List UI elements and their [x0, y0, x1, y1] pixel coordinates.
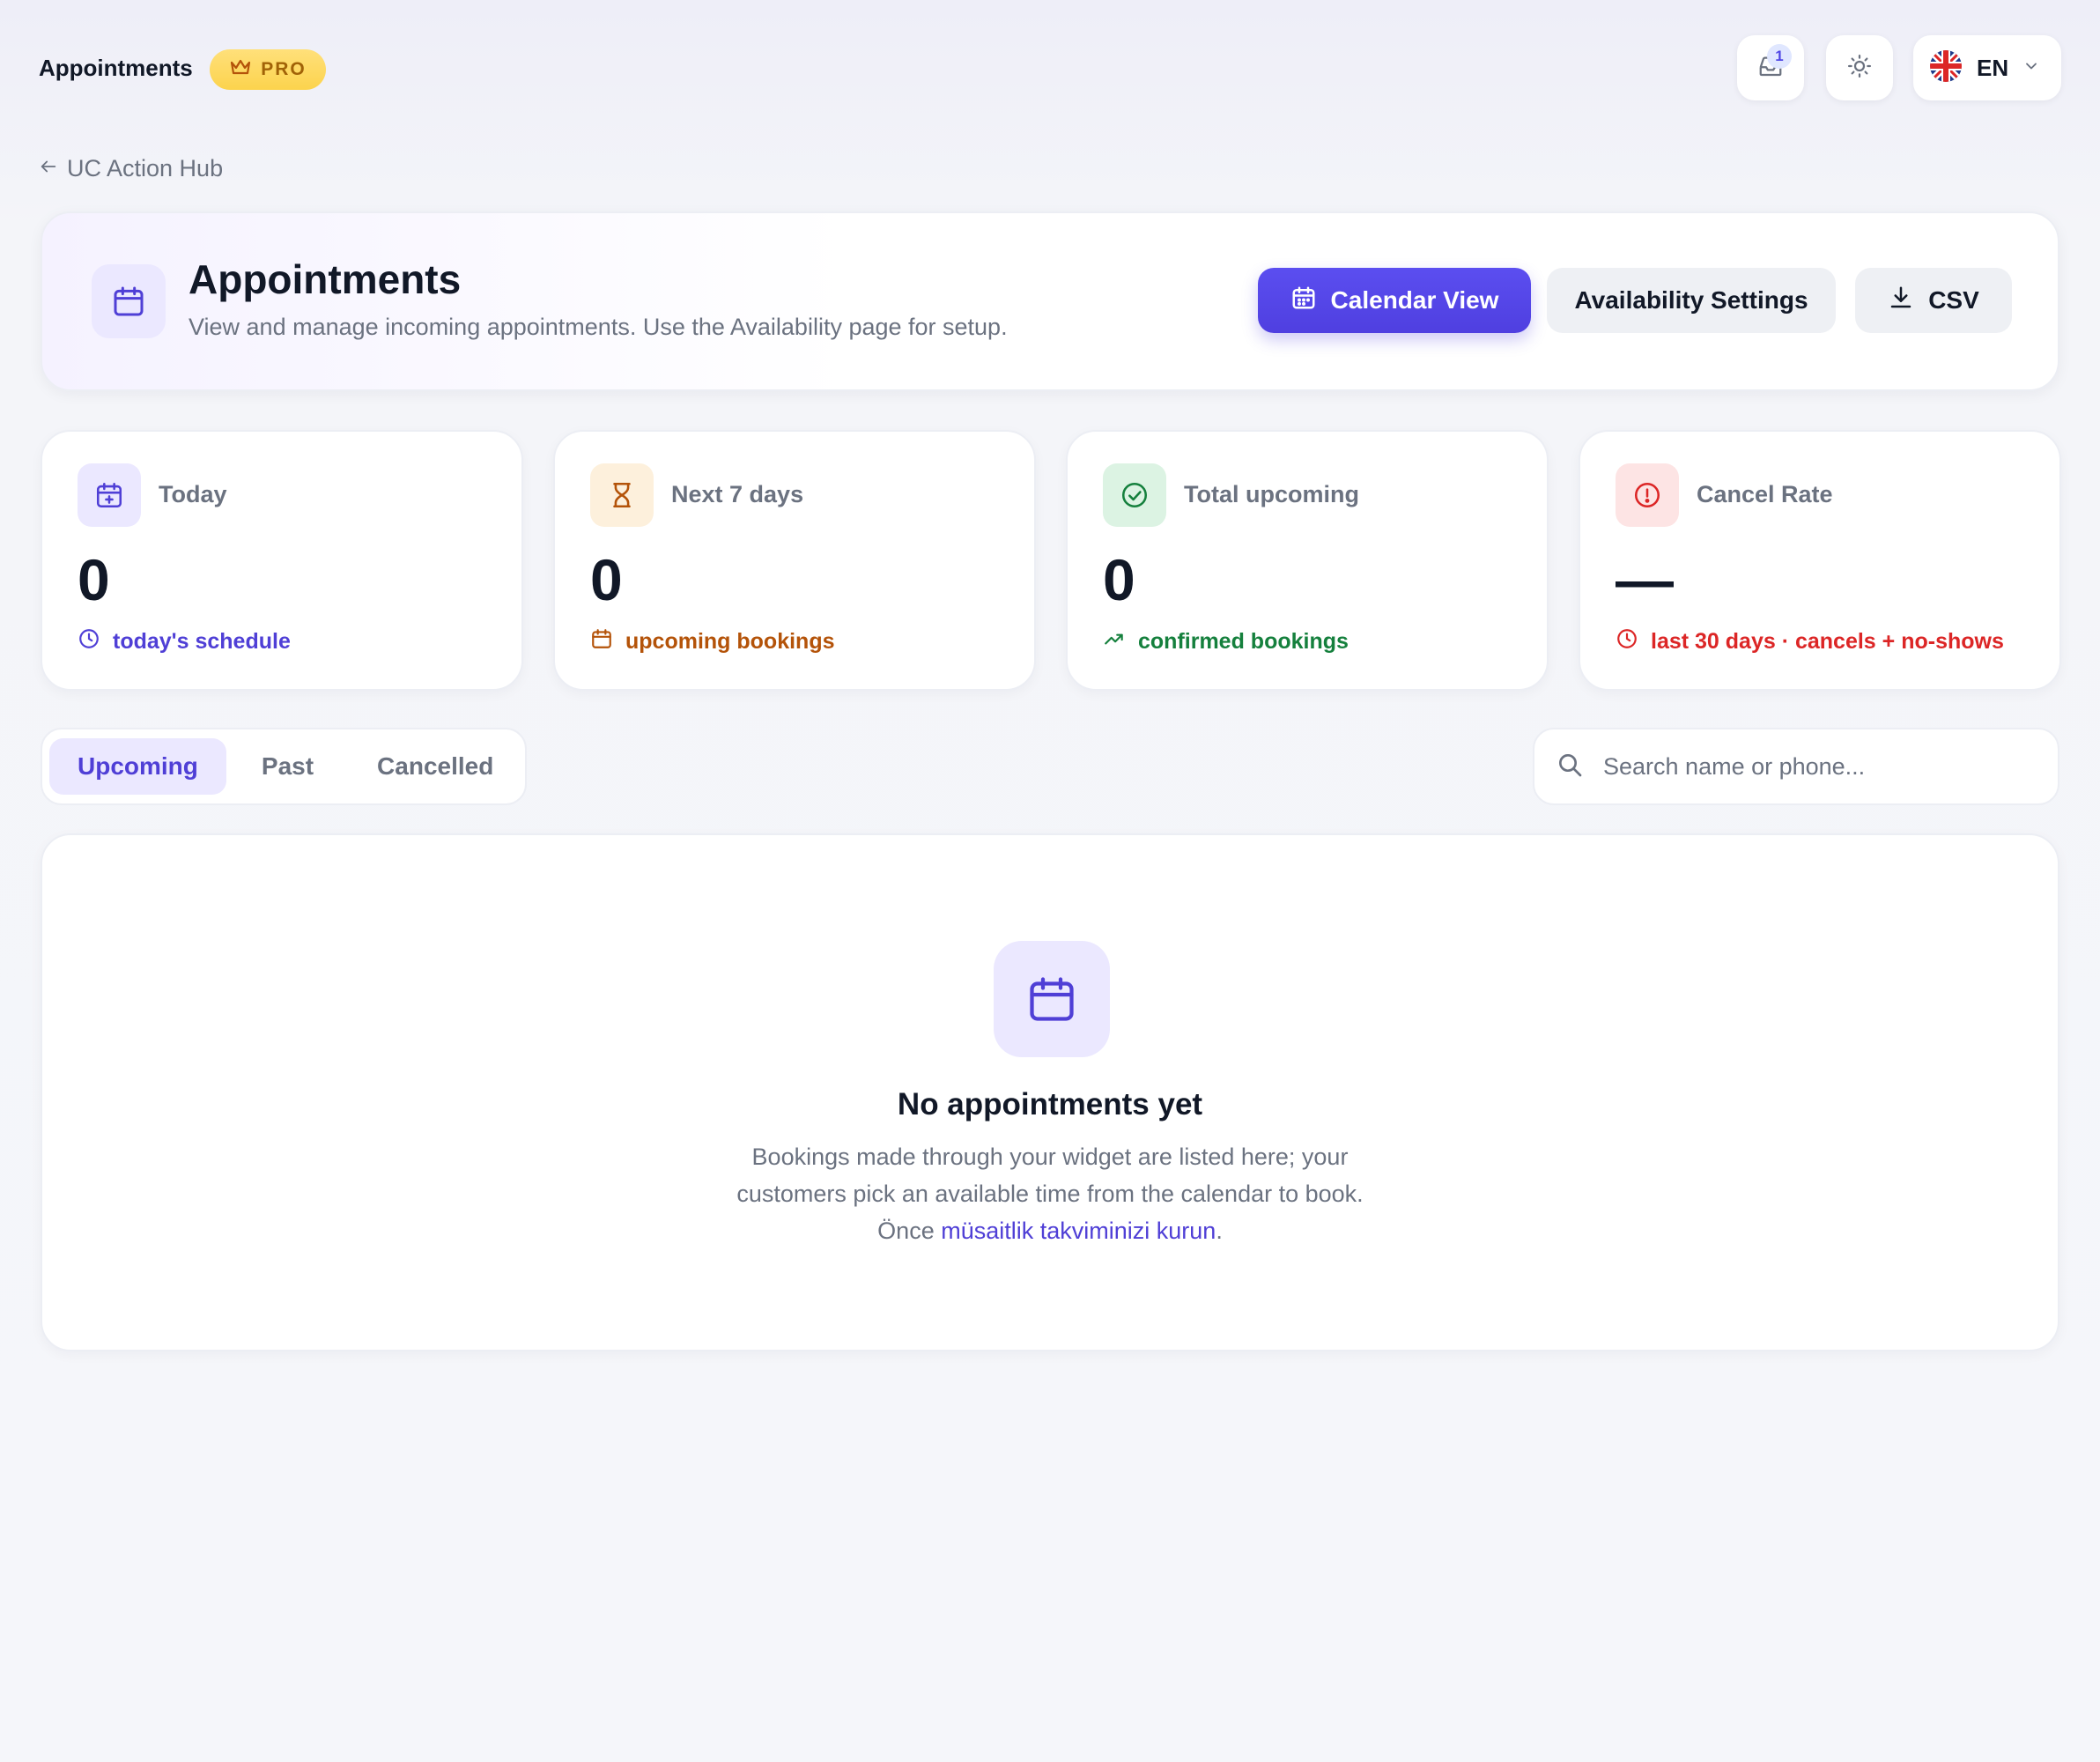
- pro-badge: PRO: [210, 49, 326, 90]
- arrow-left-icon: [39, 155, 58, 182]
- empty-state-suffix: .: [1216, 1218, 1223, 1244]
- calendar-icon: [92, 264, 166, 338]
- search-box: [1533, 728, 2059, 805]
- empty-state-prefix: Önce: [877, 1218, 942, 1244]
- chevron-down-icon: [2022, 57, 2040, 79]
- appointments-list-empty-state: No appointments yet Bookings made throug…: [41, 833, 2059, 1351]
- empty-state-line: Önce müsaitlik takviminizi kurun.: [42, 1212, 2058, 1249]
- app-title: Appointments: [39, 55, 193, 81]
- uk-flag-icon: [1929, 49, 1963, 87]
- back-link-label: UC Action Hub: [67, 155, 224, 181]
- calendar-view-label: Calendar View: [1330, 286, 1499, 314]
- empty-state-description: Bookings made through your widget are li…: [42, 1138, 2058, 1249]
- crown-icon: [229, 58, 252, 82]
- stat-footer-text: confirmed bookings: [1138, 629, 1349, 654]
- availability-settings-label: Availability Settings: [1574, 286, 1808, 314]
- inbox-button[interactable]: 1: [1737, 35, 1804, 100]
- csv-label: CSV: [1928, 286, 1979, 314]
- notification-count-badge: 1: [1767, 44, 1792, 69]
- clock-icon: [78, 627, 100, 656]
- stat-card-next-7-days: Next 7 days 0 upcoming bookings: [553, 430, 1036, 691]
- hourglass-icon: [590, 463, 654, 527]
- stat-label: Next 7 days: [671, 481, 804, 507]
- language-selector[interactable]: EN: [1913, 35, 2061, 100]
- check-circle-icon: [1103, 463, 1166, 527]
- calendar-plus-icon: [78, 463, 141, 527]
- empty-state-title: No appointments yet: [897, 1087, 1203, 1122]
- trending-up-icon: [1103, 627, 1126, 656]
- stat-value: 0: [78, 547, 110, 612]
- page-header-card: Appointments View and manage incoming ap…: [41, 211, 2059, 391]
- page-title: Appointments: [189, 256, 462, 302]
- calendar-small-icon: [590, 627, 613, 656]
- stat-value: 0: [1103, 547, 1135, 612]
- stat-footer-text: upcoming bookings: [625, 629, 835, 654]
- page-subtitle: View and manage incoming appointments. U…: [189, 314, 1008, 340]
- stat-value: 0: [590, 547, 623, 612]
- search-icon: [1556, 751, 1584, 783]
- back-link[interactable]: UC Action Hub: [39, 155, 223, 182]
- sun-icon: [1846, 53, 1873, 84]
- download-icon: [1888, 285, 1914, 317]
- tab-upcoming[interactable]: Upcoming: [49, 738, 226, 795]
- stat-label: Total upcoming: [1184, 481, 1359, 507]
- calendar-view-button[interactable]: Calendar View: [1258, 268, 1531, 333]
- pro-badge-label: PRO: [261, 59, 307, 79]
- empty-state-line: customers pick an available time from th…: [736, 1181, 1364, 1207]
- stat-value: —: [1616, 547, 1674, 612]
- tab-cancelled[interactable]: Cancelled: [349, 738, 521, 795]
- stat-footer: upcoming bookings: [590, 627, 835, 656]
- stat-label: Today: [159, 481, 227, 507]
- stat-footer-text: today's schedule: [113, 629, 291, 654]
- csv-export-button[interactable]: CSV: [1855, 268, 2012, 333]
- appointment-tabs: Upcoming Past Cancelled: [41, 728, 527, 805]
- clock-icon: [1616, 627, 1638, 656]
- theme-toggle-button[interactable]: [1826, 35, 1893, 100]
- search-input[interactable]: [1601, 751, 2028, 781]
- stat-card-today: Today 0 today's schedule: [41, 430, 523, 691]
- stat-footer: confirmed bookings: [1103, 627, 1349, 656]
- stat-footer: last 30 days · cancels + no-shows: [1616, 627, 2004, 656]
- alert-circle-icon: [1616, 463, 1679, 527]
- availability-settings-button[interactable]: Availability Settings: [1547, 268, 1836, 333]
- stat-footer: today's schedule: [78, 627, 291, 656]
- tab-past[interactable]: Past: [233, 738, 342, 795]
- stat-card-cancel-rate: Cancel Rate — last 30 days · cancels + n…: [1579, 430, 2061, 691]
- stat-card-total-upcoming: Total upcoming 0 confirmed bookings: [1066, 430, 1549, 691]
- empty-state-line: Bookings made through your widget are li…: [751, 1144, 1349, 1170]
- language-code: EN: [1977, 54, 2009, 81]
- calendar-icon: [994, 941, 1110, 1057]
- availability-setup-link[interactable]: müsaitlik takviminizi kurun: [941, 1218, 1216, 1244]
- stat-footer-text: last 30 days · cancels + no-shows: [1651, 629, 2004, 654]
- calendar-grid-icon: [1290, 285, 1317, 317]
- stat-label: Cancel Rate: [1697, 481, 1833, 507]
